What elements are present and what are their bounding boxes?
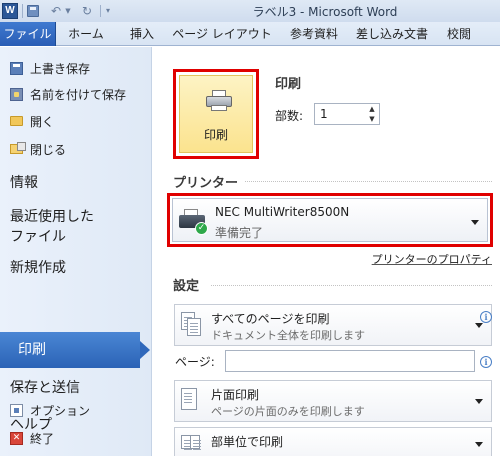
exit-command-label: 終了 bbox=[30, 431, 55, 446]
tab-mailings[interactable]: 差し込み文書 bbox=[353, 22, 431, 46]
printer-status: 準備完了 bbox=[215, 226, 264, 240]
collation-dropdown[interactable]: 部単位で印刷 bbox=[174, 427, 492, 456]
printer-properties-link[interactable]: プリンターのプロパティ bbox=[372, 251, 492, 267]
settings-section-title: 設定 bbox=[173, 279, 200, 294]
tab-insert[interactable]: 挿入 bbox=[124, 22, 160, 46]
print-range-dropdown[interactable]: すべてのページを印刷 ドキュメント全体を印刷します bbox=[174, 304, 492, 346]
sides-dropdown[interactable]: 片面印刷 ページの片面のみを印刷します bbox=[174, 380, 492, 422]
info-icon[interactable]: i bbox=[480, 311, 492, 323]
save-as-command-label: 名前を付けて保存 bbox=[30, 87, 127, 102]
print-range-subtitle: ドキュメント全体を印刷します bbox=[211, 329, 365, 342]
close-folder-icon bbox=[10, 142, 26, 154]
title-bar: W ↶ ▼ ↻ ▾ ラベル3 - Microsoft Word bbox=[0, 0, 500, 22]
decrement-icon[interactable]: ▼ bbox=[367, 115, 377, 124]
chevron-down-icon bbox=[475, 399, 483, 404]
print-button-label: 印刷 bbox=[203, 128, 228, 142]
close-command[interactable]: 閉じる bbox=[10, 138, 66, 160]
section-divider bbox=[211, 285, 492, 286]
open-command-label: 開く bbox=[30, 114, 55, 129]
print-section-title: 印刷 bbox=[275, 77, 302, 92]
copies-label: 部数: bbox=[275, 109, 304, 123]
printer-ready-icon: ✓ bbox=[179, 209, 209, 235]
nav-recent-files[interactable]: 最近使用した ファイル bbox=[10, 207, 94, 247]
chevron-down-icon bbox=[475, 323, 483, 328]
backstage-nav: 上書き保存 名前を付けて保存 開く 閉じる 情報 最近使用した ファイル 新規作… bbox=[0, 47, 152, 456]
copies-stepper[interactable]: 1 ▲ ▼ bbox=[314, 103, 380, 125]
chevron-down-icon bbox=[475, 442, 483, 447]
printer-icon bbox=[206, 90, 232, 111]
pages-label: ページ: bbox=[175, 355, 215, 369]
window-title: ラベル3 - Microsoft Word bbox=[252, 5, 398, 19]
printer-name: NEC MultiWriter8500N bbox=[215, 205, 350, 219]
nav-info[interactable]: 情報 bbox=[10, 173, 38, 193]
save-as-icon bbox=[10, 87, 23, 101]
nav-print[interactable]: 印刷 bbox=[0, 332, 150, 368]
open-folder-icon bbox=[10, 116, 23, 126]
sides-title: 片面印刷 bbox=[211, 388, 260, 402]
tab-review[interactable]: 校閲 bbox=[439, 22, 479, 46]
print-range-title: すべてのページを印刷 bbox=[211, 312, 330, 326]
save-as-command[interactable]: 名前を付けて保存 bbox=[10, 83, 126, 105]
tab-home[interactable]: ホーム bbox=[66, 22, 106, 46]
exit-icon: ✕ bbox=[10, 431, 23, 445]
tab-page-layout[interactable]: ページ レイアウト bbox=[172, 22, 272, 46]
collated-icon bbox=[181, 435, 205, 456]
options-command[interactable]: オプション bbox=[10, 399, 90, 421]
save-command[interactable]: 上書き保存 bbox=[10, 57, 90, 79]
chevron-down-icon bbox=[471, 220, 479, 225]
print-button[interactable]: 印刷 bbox=[173, 69, 259, 159]
options-icon bbox=[10, 403, 23, 417]
options-command-label: オプション bbox=[30, 403, 91, 418]
tab-references[interactable]: 参考資料 bbox=[282, 22, 346, 46]
exit-command[interactable]: ✕ 終了 bbox=[10, 427, 54, 449]
tab-file[interactable]: ファイル bbox=[0, 22, 56, 46]
single-sided-icon bbox=[181, 388, 205, 416]
copies-value[interactable]: 1 bbox=[320, 107, 328, 121]
printer-dropdown[interactable]: ✓ NEC MultiWriter8500N 準備完了 bbox=[167, 193, 493, 247]
nav-save-send[interactable]: 保存と送信 bbox=[10, 378, 80, 398]
info-icon[interactable]: i bbox=[480, 356, 492, 368]
open-command[interactable]: 開く bbox=[10, 110, 54, 132]
pages-input[interactable] bbox=[225, 350, 475, 372]
increment-icon[interactable]: ▲ bbox=[367, 105, 377, 114]
checkmark-icon: ✓ bbox=[195, 222, 208, 235]
section-divider bbox=[245, 181, 492, 182]
ribbon-tab-bar: ファイル ホーム 挿入 ページ レイアウト 参考資料 差し込み文書 校閲 bbox=[0, 22, 500, 46]
printer-section-title: プリンター bbox=[173, 176, 239, 191]
close-command-label: 閉じる bbox=[30, 142, 67, 157]
pages-icon bbox=[181, 312, 205, 340]
sides-subtitle: ページの片面のみを印刷します bbox=[211, 405, 365, 418]
save-command-label: 上書き保存 bbox=[30, 61, 91, 76]
collation-title: 部単位で印刷 bbox=[211, 435, 284, 449]
save-icon bbox=[10, 61, 23, 75]
print-panel: 印刷 印刷 部数: 1 ▲ ▼ プリンター ✓ NEC MultiWriter8… bbox=[153, 47, 500, 456]
nav-new[interactable]: 新規作成 bbox=[10, 258, 66, 278]
